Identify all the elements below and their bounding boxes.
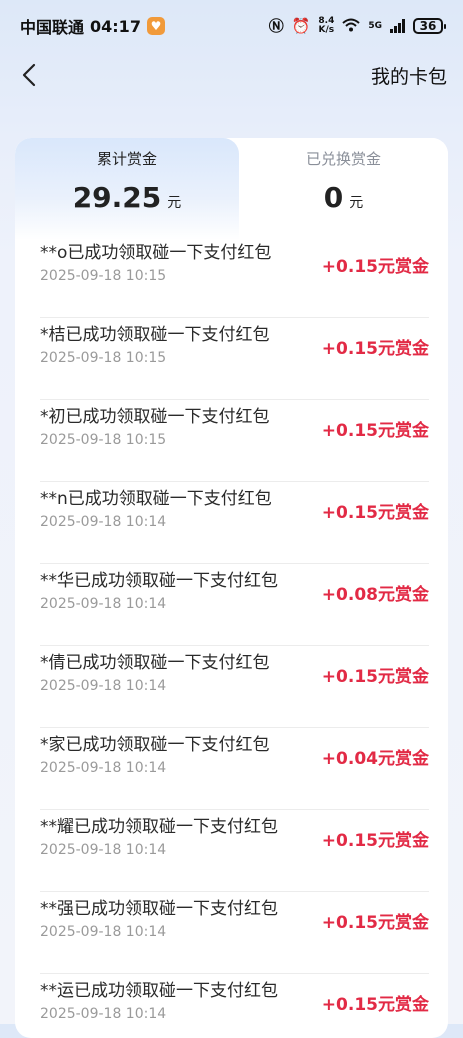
- record-title: **n已成功领取碰一下支付红包: [40, 489, 272, 509]
- battery-icon: 36: [413, 18, 446, 34]
- record-time: 2025-09-18 10:14: [40, 678, 167, 694]
- status-left: 中国联通 04:17 ♥: [20, 14, 165, 38]
- tab-redeemed-bounty-amount: 0元: [239, 181, 448, 214]
- record-amount: +0.15元赏金: [321, 995, 429, 1015]
- list-item: **华已成功领取碰一下支付红包 2025-09-18 10:14 +0.08元赏…: [40, 564, 429, 646]
- record-title: *家已成功领取碰一下支付红包: [40, 735, 270, 755]
- network-type: 5G: [368, 21, 382, 31]
- page-title: 我的卡包: [370, 66, 447, 88]
- tab-total-bounty-amount: 29.25 元: [15, 181, 239, 214]
- heart-badge-icon: ♥: [146, 17, 165, 35]
- record-title: *倩已成功领取碰一下支付红包: [40, 653, 270, 673]
- bounty-tabs: 累计赏金 29.25 元 已兑换赏金 0元: [15, 138, 448, 240]
- list-item: *初已成功领取碰一下支付红包 2025-09-18 10:15 +0.15元赏金: [40, 400, 429, 482]
- list-item: **运已成功领取碰一下支付红包 2025-09-18 10:14 +0.15元赏…: [40, 974, 429, 1038]
- bounty-card: 累计赏金 29.25 元 已兑换赏金 0元 **o已成功领取碰一下支付红包 202…: [15, 138, 448, 1038]
- bounty-record-list: **o已成功领取碰一下支付红包 2025-09-18 10:15 +0.15元赏…: [15, 236, 448, 1038]
- wifi-icon: [342, 18, 361, 35]
- list-item: **n已成功领取碰一下支付红包 2025-09-18 10:14 +0.15元赏…: [40, 482, 429, 564]
- clock: 04:17: [90, 16, 141, 36]
- nfc-icon: Ⓝ: [268, 16, 284, 35]
- record-title: *桔已成功领取碰一下支付红包: [40, 325, 270, 345]
- record-time: 2025-09-18 10:15: [40, 350, 167, 366]
- back-button[interactable]: [12, 58, 46, 92]
- record-time: 2025-09-18 10:14: [40, 596, 167, 612]
- record-amount: +0.15元赏金: [321, 339, 429, 359]
- tab-redeemed-bounty-label: 已兑换赏金: [305, 150, 381, 168]
- list-item: **耀已成功领取碰一下支付红包 2025-09-18 10:14 +0.15元赏…: [40, 810, 429, 892]
- tab-redeemed-bounty[interactable]: 已兑换赏金 0元: [239, 138, 448, 240]
- record-time: 2025-09-18 10:14: [40, 514, 167, 530]
- carrier-name: 中国联通: [20, 18, 85, 37]
- list-item: **强已成功领取碰一下支付红包 2025-09-18 10:14 +0.15元赏…: [40, 892, 429, 974]
- alarm-icon: ⏰: [291, 16, 311, 35]
- total-bounty-unit: 元: [167, 195, 182, 211]
- record-title: **耀已成功领取碰一下支付红包: [40, 817, 278, 837]
- record-amount: +0.15元赏金: [321, 257, 429, 277]
- record-time: 2025-09-18 10:14: [40, 760, 167, 776]
- redeemed-bounty-unit: 元: [349, 195, 364, 211]
- record-title: **运已成功领取碰一下支付红包: [40, 981, 278, 1001]
- record-amount: +0.15元赏金: [321, 421, 429, 441]
- record-amount: +0.15元赏金: [321, 831, 429, 851]
- record-amount: +0.15元赏金: [321, 913, 429, 933]
- list-item: *家已成功领取碰一下支付红包 2025-09-18 10:14 +0.04元赏金: [40, 728, 429, 810]
- tab-total-bounty[interactable]: 累计赏金 29.25 元: [15, 138, 239, 240]
- record-title: **强已成功领取碰一下支付红包: [40, 899, 278, 919]
- record-time: 2025-09-18 10:14: [40, 1006, 167, 1022]
- record-time: 2025-09-18 10:14: [40, 842, 167, 858]
- status-bar: 中国联通 04:17 ♥ Ⓝ ⏰ 8.4 K/s 5G 36: [0, 0, 463, 52]
- battery-level: 36: [419, 19, 437, 33]
- list-item: *倩已成功领取碰一下支付红包 2025-09-18 10:14 +0.15元赏金: [40, 646, 429, 728]
- net-speed-unit: K/s: [318, 25, 335, 35]
- record-time: 2025-09-18 10:15: [40, 268, 167, 284]
- navigation-bar: 我的卡包: [0, 52, 463, 98]
- list-item: *桔已成功领取碰一下支付红包 2025-09-18 10:15 +0.15元赏金: [40, 318, 429, 400]
- record-amount: +0.04元赏金: [321, 749, 429, 769]
- list-item: **o已成功领取碰一下支付红包 2025-09-18 10:15 +0.15元赏…: [40, 236, 429, 318]
- record-amount: +0.15元赏金: [321, 503, 429, 523]
- net-speed: 8.4 K/s: [318, 17, 334, 35]
- record-time: 2025-09-18 10:14: [40, 924, 167, 940]
- chevron-left-icon: [22, 63, 36, 87]
- signal-icon: [390, 19, 405, 33]
- record-amount: +0.15元赏金: [321, 667, 429, 687]
- redeemed-bounty-value: 0: [323, 181, 344, 214]
- record-title: **o已成功领取碰一下支付红包: [40, 243, 272, 263]
- record-amount: +0.08元赏金: [321, 585, 429, 605]
- status-right: Ⓝ ⏰ 8.4 K/s 5G 36: [268, 16, 446, 35]
- record-time: 2025-09-18 10:15: [40, 432, 167, 448]
- record-title: **华已成功领取碰一下支付红包: [40, 571, 278, 591]
- record-title: *初已成功领取碰一下支付红包: [40, 407, 270, 427]
- total-bounty-value: 29.25: [72, 181, 162, 214]
- tab-total-bounty-label: 累计赏金: [96, 150, 157, 168]
